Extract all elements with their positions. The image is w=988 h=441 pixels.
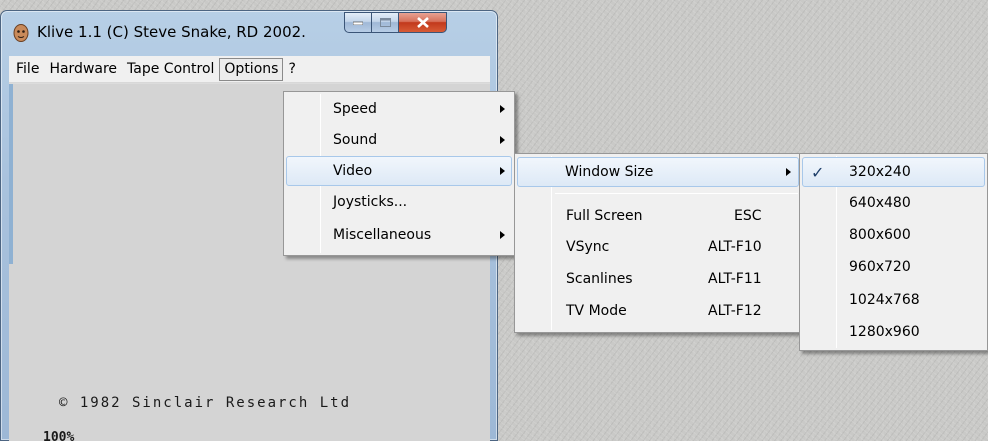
menu-item-sound[interactable]: Sound — [286, 125, 512, 155]
menu-item-1024x768[interactable]: 1024x768 — [802, 285, 985, 315]
menu-item-640x480[interactable]: 640x480 — [802, 188, 985, 218]
menu-item-window-size[interactable]: Window Size — [517, 157, 799, 187]
zoom-level: 100% — [43, 430, 75, 441]
close-button[interactable] — [399, 12, 447, 33]
video-menu: Window Size Full Screen ESC VSync ALT-F1… — [514, 153, 802, 333]
copyright-text: © 1982 Sinclair Research Ltd — [59, 395, 352, 411]
menu-item-video[interactable]: Video — [286, 156, 512, 186]
menu-separator — [555, 193, 798, 194]
menu-item-full-screen[interactable]: Full Screen ESC — [517, 201, 799, 231]
caption-buttons — [344, 12, 447, 33]
menu-item-1280x960[interactable]: 1280x960 — [802, 317, 985, 347]
screen-border — [9, 84, 13, 264]
window-title: Klive 1.1 (C) Steve Snake, RD 2002. — [37, 23, 306, 41]
close-icon — [416, 17, 429, 28]
menu-item-speed[interactable]: Speed — [286, 94, 512, 124]
menu-tape-control[interactable]: Tape Control — [122, 58, 219, 81]
menu-item-960x720[interactable]: 960x720 — [802, 252, 985, 282]
menu-item-miscellaneous[interactable]: Miscellaneous — [286, 220, 512, 250]
menu-file[interactable]: File — [11, 58, 44, 81]
app-icon — [13, 24, 29, 42]
minimize-button[interactable] — [344, 12, 372, 33]
minimize-icon — [353, 21, 363, 25]
menu-options[interactable]: Options — [219, 57, 284, 81]
maximize-button[interactable] — [372, 12, 399, 33]
menu-item-320x240[interactable]: ✓ 320x240 — [802, 157, 985, 187]
title-bar[interactable]: Klive 1.1 (C) Steve Snake, RD 2002. — [1, 11, 497, 51]
menu-help[interactable]: ? — [283, 58, 300, 81]
submenu-arrow-icon — [500, 231, 505, 239]
checkmark-icon: ✓ — [811, 162, 825, 182]
options-menu: Speed Sound Video Joysticks... Miscellan… — [283, 91, 515, 256]
submenu-arrow-icon — [500, 167, 505, 175]
menu-item-800x600[interactable]: 800x600 — [802, 220, 985, 250]
submenu-arrow-icon — [500, 105, 505, 113]
menu-item-vsync[interactable]: VSync ALT-F10 — [517, 232, 799, 262]
submenu-arrow-icon — [500, 136, 505, 144]
maximize-icon — [379, 18, 391, 27]
menu-bar: File Hardware Tape Control Options ? — [9, 56, 490, 83]
menu-item-scanlines[interactable]: Scanlines ALT-F11 — [517, 264, 799, 294]
menu-item-joysticks[interactable]: Joysticks... — [286, 187, 512, 217]
menu-item-tv-mode[interactable]: TV Mode ALT-F12 — [517, 296, 799, 326]
menu-hardware[interactable]: Hardware — [44, 58, 122, 81]
submenu-arrow-icon — [786, 168, 791, 176]
window-size-menu: ✓ 320x240 640x480 800x600 960x720 1024x7… — [799, 153, 988, 351]
